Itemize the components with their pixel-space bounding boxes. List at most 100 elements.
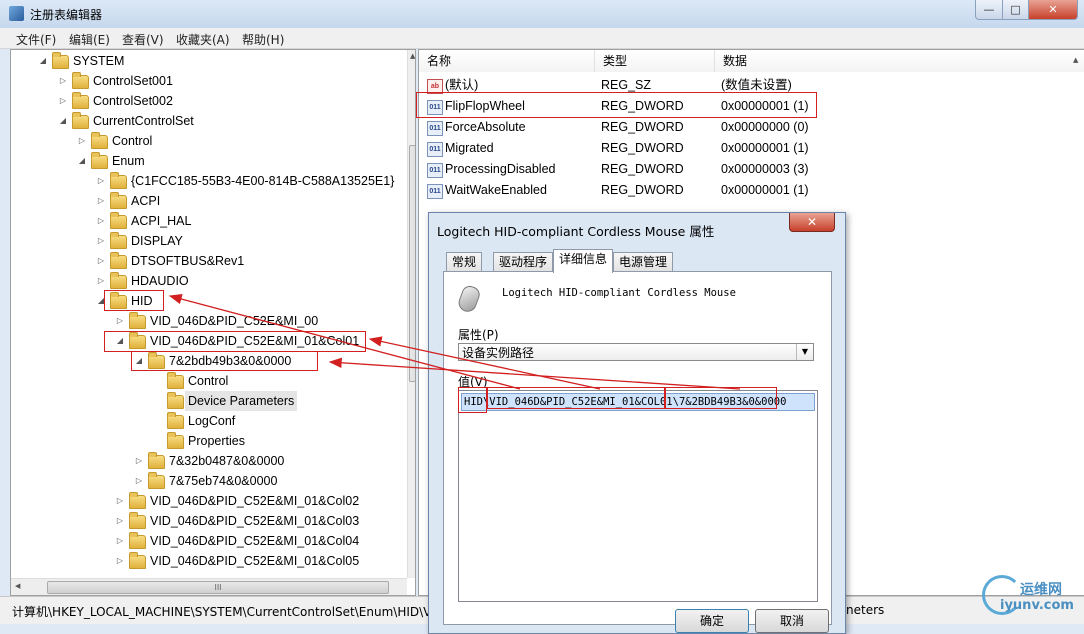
collapsed-arrow-icon[interactable]: ▷ [97, 171, 105, 191]
tab-details[interactable]: 详细信息 [553, 249, 614, 273]
value-list[interactable]: HID\VID_046D&PID_C52E&MI_01&COL01\7&2BDB… [458, 390, 818, 602]
tree-node[interactable]: ▷ VID_046D&PID_C52E&MI_01&Col03 [11, 511, 401, 531]
tree-node[interactable]: ▷ HDAUDIO [11, 271, 401, 291]
tree-horizontal-thumb[interactable]: III [47, 581, 389, 594]
tree-node[interactable]: ▷ VID_046D&PID_C52E&MI_01&Col05 [11, 551, 401, 571]
tree-node[interactable]: ◢ CurrentControlSet [11, 111, 401, 131]
tree-node[interactable]: ◢ Enum [11, 151, 401, 171]
tree-node[interactable]: ▷ VID_046D&PID_C52E&MI_01&Col02 [11, 491, 401, 511]
grip-icon: III [214, 583, 222, 592]
tree-node[interactable]: ▷ DISPLAY [11, 231, 401, 251]
scroll-left-arrow[interactable]: ◀ [15, 582, 20, 590]
collapsed-arrow-icon[interactable]: ▷ [78, 131, 86, 151]
value-row[interactable]: 011 Migrated REG_DWORD 0x00000001 (1) [419, 138, 1059, 159]
tree-node[interactable]: Device Parameters [11, 391, 401, 411]
value-row[interactable]: 011 ProcessingDisabled REG_DWORD 0x00000003… [419, 159, 1059, 180]
collapsed-arrow-icon[interactable]: ▷ [97, 211, 105, 231]
collapsed-arrow-icon[interactable]: ▷ [135, 451, 143, 471]
folder-icon [110, 192, 127, 209]
folder-icon [148, 452, 165, 469]
tree-node[interactable]: ◢ HID [11, 291, 401, 311]
tree-node-label: {C1FCC185-55B3-4E00-814B-C588A13525E1} [131, 174, 395, 188]
value-row[interactable]: 011 WaitWakeEnabled REG_DWORD 0x00000001 (1… [419, 180, 1059, 201]
menu-edit[interactable]: 编辑(E) [69, 31, 110, 48]
collapsed-arrow-icon[interactable]: ▷ [116, 311, 124, 331]
tree-vertical-scrollbar[interactable]: ▲ [407, 50, 415, 578]
folder-icon [72, 92, 89, 109]
tree-node[interactable]: ▷ DTSOFTBUS&Rev1 [11, 251, 401, 271]
expanded-arrow-icon[interactable]: ◢ [39, 51, 47, 71]
tree-horizontal-scrollbar[interactable]: ◀ III [11, 578, 407, 595]
close-button[interactable]: ✕ [1028, 0, 1078, 20]
tree-node[interactable]: ◢ SYSTEM [11, 51, 401, 71]
expanded-arrow-icon[interactable]: ◢ [78, 151, 86, 171]
tree-node-label: ACPI [131, 194, 161, 208]
expanded-arrow-icon[interactable]: ◢ [59, 111, 67, 131]
menu-favorites[interactable]: 收藏夹(A) [176, 31, 230, 48]
chevron-down-icon[interactable]: ▼ [796, 344, 813, 360]
value-type: REG_DWORD [601, 141, 684, 155]
close-icon: ✕ [1048, 3, 1058, 16]
col-header-name[interactable]: 名称 [419, 50, 595, 72]
folder-icon [110, 212, 127, 229]
collapsed-arrow-icon[interactable]: ▷ [116, 511, 124, 531]
cancel-button[interactable]: 取消 [755, 609, 829, 633]
ok-button[interactable]: 确定 [675, 609, 749, 633]
tree-node-label: Properties [188, 434, 245, 448]
collapsed-arrow-icon[interactable]: ▷ [116, 531, 124, 551]
collapsed-arrow-icon[interactable]: ▷ [116, 551, 124, 571]
value-row[interactable]: 011 ForceAbsolute REG_DWORD 0x00000000 (0) [419, 117, 1059, 138]
annotation-box-value-device [487, 387, 665, 409]
tree-node[interactable]: ▷ VID_046D&PID_C52E&MI_00 [11, 311, 401, 331]
maximize-button[interactable]: □ [1002, 0, 1029, 20]
tab-driver[interactable]: 驱动程序 [493, 252, 554, 272]
tab-general[interactable]: 常规 [446, 252, 483, 272]
scroll-up-arrow[interactable]: ▲ [410, 52, 415, 60]
folder-icon [72, 112, 89, 129]
collapsed-arrow-icon[interactable]: ▷ [97, 191, 105, 211]
watermark-text: 运维网 [1020, 582, 1062, 598]
tree-node[interactable]: Properties [11, 431, 401, 451]
tree-node[interactable]: Control [11, 371, 401, 391]
property-select[interactable]: 设备实例路径 ▼ [458, 343, 814, 361]
collapsed-arrow-icon[interactable]: ▷ [135, 471, 143, 491]
value-type: REG_DWORD [601, 162, 684, 176]
dword-value-icon: 011 [427, 121, 443, 136]
collapsed-arrow-icon[interactable]: ▷ [97, 231, 105, 251]
tree-node[interactable]: ▷ Control [11, 131, 401, 151]
col-header-data[interactable]: 数据 [715, 50, 1084, 72]
minimize-button[interactable]: — [975, 0, 1003, 20]
collapsed-arrow-icon[interactable]: ▷ [97, 251, 105, 271]
folder-icon [167, 392, 184, 409]
tree-node[interactable]: ▷ ControlSet001 [11, 71, 401, 91]
tree-node-label: ACPI_HAL [131, 214, 192, 228]
collapsed-arrow-icon[interactable]: ▷ [116, 491, 124, 511]
folder-icon [110, 232, 127, 249]
tree-node[interactable]: ▷ 7&32b0487&0&0000 [11, 451, 401, 471]
tree-node[interactable]: ▷ ControlSet002 [11, 91, 401, 111]
collapsed-arrow-icon[interactable]: ▷ [59, 91, 67, 111]
tree-node[interactable]: ▷ ACPI_HAL [11, 211, 401, 231]
tree-vertical-thumb[interactable] [409, 145, 415, 382]
collapsed-arrow-icon[interactable]: ▷ [59, 71, 67, 91]
tree-node-label: Control [188, 374, 229, 388]
registry-tree[interactable]: ◢ SYSTEM ▷ ControlSet001 ▷ ControlSet002 ◢ Curr… [10, 49, 416, 596]
tree-node[interactable]: ▷ {C1FCC185-55B3-4E00-814B-C588A13525E1} [11, 171, 401, 191]
tab-power[interactable]: 电源管理 [613, 252, 674, 272]
menu-bar: 文件(F) 编辑(E) 查看(V) 收藏夹(A) 帮助(H) [0, 28, 1084, 49]
menu-help[interactable]: 帮助(H) [242, 31, 284, 48]
menu-view[interactable]: 查看(V) [122, 31, 164, 48]
title-bar: 注册表编辑器 — □ ✕ [0, 0, 1084, 28]
col-header-type[interactable]: 类型 [595, 50, 715, 72]
tree-node-label: VID_046D&PID_C52E&MI_00 [150, 314, 319, 328]
menu-file[interactable]: 文件(F) [16, 31, 56, 48]
tree-node[interactable]: ▷ VID_046D&PID_C52E&MI_01&Col04 [11, 531, 401, 551]
tree-node[interactable]: ▷ ACPI [11, 191, 401, 211]
dword-value-icon: 011 [427, 163, 443, 178]
folder-icon [110, 252, 127, 269]
tree-node[interactable]: LogConf [11, 411, 401, 431]
dialog-close-button[interactable]: ✕ [789, 213, 835, 232]
collapsed-arrow-icon[interactable]: ▷ [97, 271, 105, 291]
tree-node[interactable]: ▷ 7&75eb74&0&0000 [11, 471, 401, 491]
values-scroll-up-arrow[interactable]: ▲ [1073, 56, 1078, 64]
